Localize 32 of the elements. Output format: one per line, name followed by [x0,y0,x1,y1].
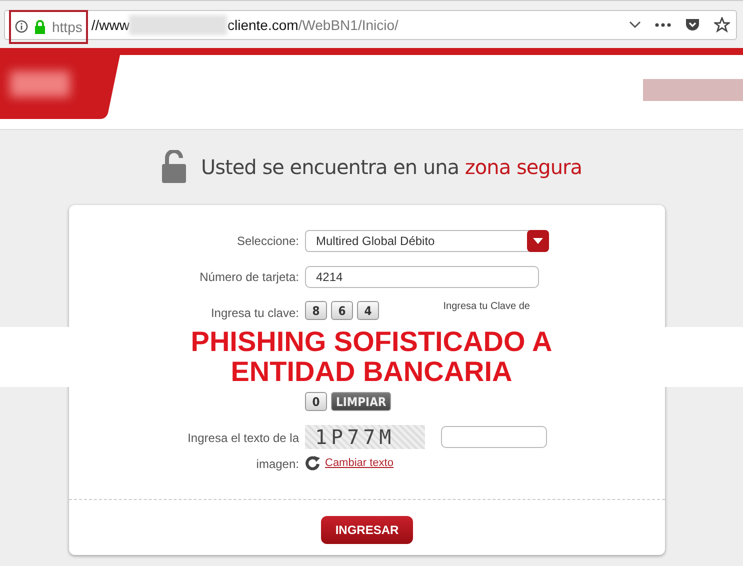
url-scheme: https [52,18,82,34]
star-icon[interactable] [714,16,730,32]
keypad-key[interactable]: 8 [305,301,327,320]
card-number-field[interactable]: 4214 [305,266,539,288]
change-text-link[interactable]: Cambiar texto [325,457,394,469]
pocket-icon[interactable] [685,18,700,32]
info-icon[interactable] [15,20,28,33]
padlock-icon [160,150,187,183]
keypad-key[interactable]: 0 [305,392,327,411]
more-icon[interactable] [655,22,671,26]
url-domain: cliente.com [227,16,298,32]
captcha-field[interactable] [441,426,547,448]
url-path: /WebBN1/Inicio/ [298,16,398,32]
card-number-label: Número de tarjeta: [198,269,299,286]
warning-text: ENTIDAD BANCARIA [230,357,512,387]
keypad-key[interactable]: 6 [331,301,353,320]
captcha-label: Ingresa el texto de la imagen: [186,430,299,473]
password-hint: Ingresa tu Clave de [443,301,530,312]
password-label: Ingresa tu clave: [210,305,299,322]
page-heading: Usted se encuentra en una zona segura [200,154,582,178]
dropdown-icon[interactable] [527,230,549,252]
refresh-icon[interactable] [305,455,321,471]
card-type-select[interactable]: Multired Global Débito [305,230,549,252]
chevron-down-icon[interactable] [629,20,641,28]
lock-icon [34,20,46,34]
warning-text: PHISHING SOFISTICADO A [190,327,552,357]
captcha-image: 1P77M [305,425,425,449]
keypad-key[interactable]: 4 [357,301,379,320]
clear-key[interactable]: LIMPIAR [331,392,392,411]
url-prefix: //www [91,16,130,32]
submit-button[interactable]: INGRESAR [321,516,413,544]
select-label: Seleccione: [236,233,299,250]
